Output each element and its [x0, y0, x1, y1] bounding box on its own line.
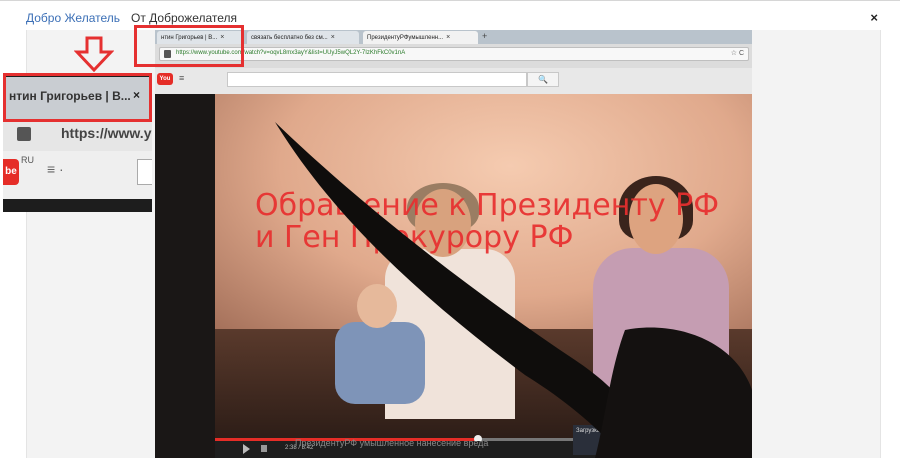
tab-close-icon: × — [220, 34, 225, 41]
inset-region: RU — [21, 155, 34, 165]
menu-icon: ≡ · — [47, 161, 64, 177]
address-bar: https://www.youtube.com/watch?v=oqvL8mx3… — [159, 47, 749, 61]
viewer-window: Добро Желатель От Доброжелателя × нтин Г… — [0, 0, 900, 458]
inset-tab: нтин Григорьев | В... × — [3, 77, 152, 119]
browser-tab-2: связать бесплатно без см... × — [247, 31, 359, 44]
menu-icon: ≡ — [179, 73, 185, 83]
browser-tab-1-label: нтин Григорьев | В... — [161, 35, 218, 41]
browser-tab-3-label: ПрезидентуРФумышленн... — [367, 35, 444, 41]
close-icon[interactable]: × — [870, 10, 878, 25]
volume-icon — [261, 445, 267, 452]
video-frame — [215, 94, 752, 438]
promo-card: Загрузка с канала — [573, 425, 703, 455]
play-icon — [243, 444, 250, 454]
youtube-header: You ≡ 🔍 — [155, 68, 752, 94]
address-url: https://www.youtube.com/watch?v=oqvL8mx3… — [176, 50, 406, 56]
lock-icon — [164, 50, 171, 58]
overlay-line-2: и Ген Прокурору РФ — [255, 220, 574, 255]
inset-youtube-header: be RU ≡ · — [3, 151, 152, 199]
browser-tab-1: нтин Григорьев | В... × — [157, 31, 243, 44]
new-tab-icon: + — [482, 31, 488, 41]
child — [335, 284, 425, 404]
tab-close-icon: × — [446, 34, 451, 41]
browser-tab-3: ПрезидентуРФумышленн... × — [363, 31, 478, 44]
tab-close-icon: × — [330, 34, 335, 41]
close-icon: × — [133, 88, 141, 102]
top-link-bar: Добро Желатель От Доброжелателя × — [0, 0, 900, 30]
youtube-logo: You — [157, 73, 173, 85]
overlay-line-1: Обращение к Президенту РФ — [255, 188, 720, 223]
link-dobro-zhelatel[interactable]: Добро Желатель — [26, 11, 120, 25]
address-bar-buttons: ☆ C — [730, 50, 744, 57]
browser-tab-2-label: связать бесплатно без см... — [251, 35, 328, 41]
video-caption: ПрезидентуРФ умышленное нанесение вреда — [295, 438, 489, 448]
search-icon: 🔍 — [527, 72, 559, 87]
inset-search-box — [137, 159, 152, 185]
inset-url-text: https://www.you — [61, 125, 152, 141]
link-ot-dobrozhelatelya[interactable]: От Доброжелателя — [131, 11, 237, 25]
youtube-search-box — [227, 72, 527, 87]
screen-photo[interactable]: нтин Григорьев | В... × связать бесплатно… — [155, 30, 752, 458]
youtube-logo: be — [3, 159, 19, 185]
zoom-inset: нтин Григорьев | В... × https://www.you … — [3, 73, 152, 212]
inset-address-bar: https://www.you — [3, 119, 152, 151]
inset-tab-label: нтин Григорьев | В... — [9, 89, 131, 103]
down-arrow-icon — [74, 36, 114, 72]
browser-tab-strip: нтин Григорьев | В... × связать бесплатно… — [155, 30, 752, 44]
browser-chrome: нтин Григорьев | В... × связать бесплатно… — [155, 30, 752, 68]
video-overlay-title: Обращение к Президенту РФ и Ген Прокурор… — [255, 190, 752, 254]
lock-icon — [17, 127, 31, 141]
